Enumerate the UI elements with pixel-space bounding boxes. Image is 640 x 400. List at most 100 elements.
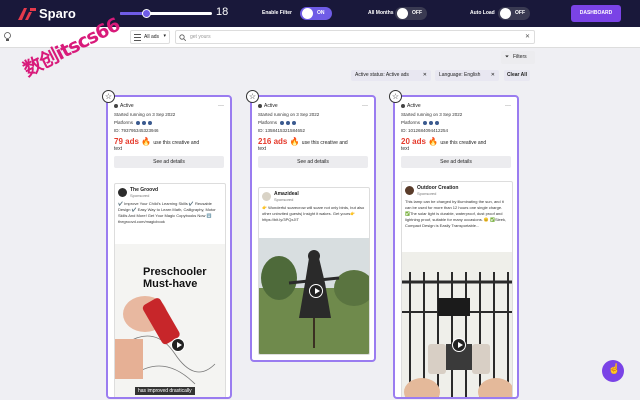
facebook-icon: [280, 120, 285, 125]
more-options-icon[interactable]: ···: [218, 103, 224, 109]
ads-count: 20 ads: [401, 137, 426, 146]
ad-type-select[interactable]: All ads ▾: [130, 30, 170, 44]
sponsored-label: Sponsored: [274, 197, 294, 202]
all-months-toggle[interactable]: OFF: [395, 7, 427, 20]
ad-info: Active ··· Started running on 3 Sep 2022…: [401, 103, 513, 168]
see-ad-details-button[interactable]: See ad details: [401, 156, 511, 168]
enable-filter-toggle[interactable]: ON: [300, 7, 332, 20]
ads-count-slider[interactable]: [120, 9, 212, 18]
play-icon[interactable]: [452, 338, 466, 352]
more-options-icon[interactable]: ···: [505, 103, 511, 109]
toggle-state: OFF: [412, 10, 422, 16]
advertiser-avatar[interactable]: [262, 192, 271, 201]
fire-icon: 🔥: [141, 137, 152, 146]
instagram-icon: [142, 120, 147, 125]
chip-label: Active status: Active ads: [355, 72, 409, 78]
ad-card: Active ··· Started running on 3 Sep 2022…: [393, 95, 519, 399]
advertiser-avatar[interactable]: [405, 186, 414, 195]
close-icon[interactable]: ✕: [423, 70, 427, 81]
toggle-knob: [500, 8, 511, 19]
ad-card: Active ··· Started running on 3 Sep 2022…: [106, 95, 232, 399]
search-placeholder: get yours: [190, 34, 211, 40]
fire-icon: 🔥: [289, 137, 300, 146]
filters-label: Filters: [513, 54, 527, 60]
ad-body: 👉 Wonderful scarecrow will scare not onl…: [262, 205, 365, 222]
chip-label: Language: English: [439, 72, 481, 78]
favorite-star-icon[interactable]: ☆: [246, 90, 259, 103]
ads-count: 216 ads: [258, 137, 288, 146]
logo[interactable]: Sparo: [18, 6, 76, 21]
enable-filter-label: Enable Filter: [262, 10, 293, 16]
platforms-label: Platforms: [401, 120, 421, 125]
ads-count: 79 ads: [114, 137, 139, 146]
status: Active: [114, 103, 226, 109]
favorite-star-icon[interactable]: ☆: [102, 90, 115, 103]
video-caption: has improved drastically: [135, 387, 195, 395]
favorite-star-icon[interactable]: ☆: [389, 90, 402, 103]
play-icon[interactable]: [171, 338, 185, 352]
platforms: Platforms: [114, 120, 226, 125]
play-icon[interactable]: [309, 284, 323, 298]
toggle-knob: [397, 8, 408, 19]
advertiser-header: The Groovd Sponsored: [115, 184, 225, 201]
ads-text-2: text: [258, 146, 267, 152]
slider-thumb[interactable]: [141, 9, 151, 18]
status: Active: [258, 103, 370, 109]
ads-text-2: text: [114, 146, 123, 152]
assistant-fab[interactable]: ☝: [602, 360, 624, 382]
ads-text-2: text: [401, 146, 410, 152]
search-input[interactable]: get yours ✕: [175, 30, 535, 44]
messenger-icon: [292, 120, 297, 125]
toggle-state: OFF: [515, 10, 525, 16]
filter-chip-language: Language: English ✕: [435, 70, 499, 81]
facebook-icon: [423, 120, 428, 125]
ad-card: Active ··· Started running on 3 Sep 2022…: [250, 95, 376, 362]
ads-count-line: 79 ads 🔥 use this creative and: [114, 137, 226, 146]
status-label: Active: [264, 103, 278, 109]
advertiser-header: Amazideal Sponsored: [259, 188, 369, 205]
ads-text: use this creative and: [153, 140, 200, 146]
see-ad-details-button[interactable]: See ad details: [114, 156, 224, 168]
clear-all-button[interactable]: Clear All: [504, 70, 530, 81]
status-dot-icon: [114, 104, 118, 108]
ad-info: Active ··· Started running on 3 Sep 2022…: [114, 103, 226, 168]
ad-creative: Amazideal Sponsored 👉 Wonderful scarecrow…: [258, 187, 370, 355]
list-icon: [134, 34, 141, 41]
ad-id: ID: 1012684094412254: [401, 128, 449, 133]
ad-video[interactable]: [402, 252, 512, 397]
search-icon: [179, 34, 186, 41]
status-label: Active: [120, 103, 134, 109]
more-options-icon[interactable]: ···: [362, 103, 368, 109]
video-overlay-text: Preschooler Must-have: [143, 266, 207, 290]
lightbulb-icon[interactable]: [4, 32, 11, 42]
advertiser-avatar[interactable]: [118, 188, 127, 197]
started-date: Started running on 3 Sep 2022: [258, 112, 320, 117]
clear-search-icon[interactable]: ✕: [525, 33, 530, 40]
ad-creative: Outdoor Creation Sponsored This lamp can …: [401, 181, 513, 397]
close-icon[interactable]: ✕: [491, 70, 495, 81]
see-ad-details-button[interactable]: See ad details: [258, 156, 368, 168]
messenger-icon: [148, 120, 153, 125]
platforms-label: Platforms: [114, 120, 134, 125]
started-date: Started running on 3 Sep 2022: [401, 112, 463, 117]
ad-video[interactable]: Preschooler Must-have has improved drast…: [115, 244, 225, 397]
status: Active: [401, 103, 513, 109]
started-date: Started running on 3 Sep 2022: [114, 112, 176, 117]
platforms: Platforms: [258, 120, 370, 125]
chevron-down-icon: ▾: [163, 33, 166, 39]
filters-button[interactable]: ⏷ Filters: [501, 51, 535, 64]
status-label: Active: [407, 103, 421, 109]
status-dot-icon: [258, 104, 262, 108]
filter-icon: ⏷: [505, 54, 510, 60]
platforms-label: Platforms: [258, 120, 278, 125]
advertiser-header: Outdoor Creation Sponsored: [402, 182, 512, 199]
ads-text: use this creative and: [301, 140, 348, 146]
auto-load-toggle[interactable]: OFF: [498, 7, 530, 20]
app-name: Sparo: [39, 6, 76, 21]
platforms: Platforms: [401, 120, 513, 125]
ads-count-line: 216 ads 🔥 use this creative and: [258, 137, 370, 146]
ad-video[interactable]: [259, 238, 369, 354]
ad-info: Active ··· Started running on 3 Sep 2022…: [258, 103, 370, 168]
ad-id: ID: 1358415321584652: [258, 128, 306, 133]
dashboard-button[interactable]: DASHBOARD: [571, 5, 621, 22]
